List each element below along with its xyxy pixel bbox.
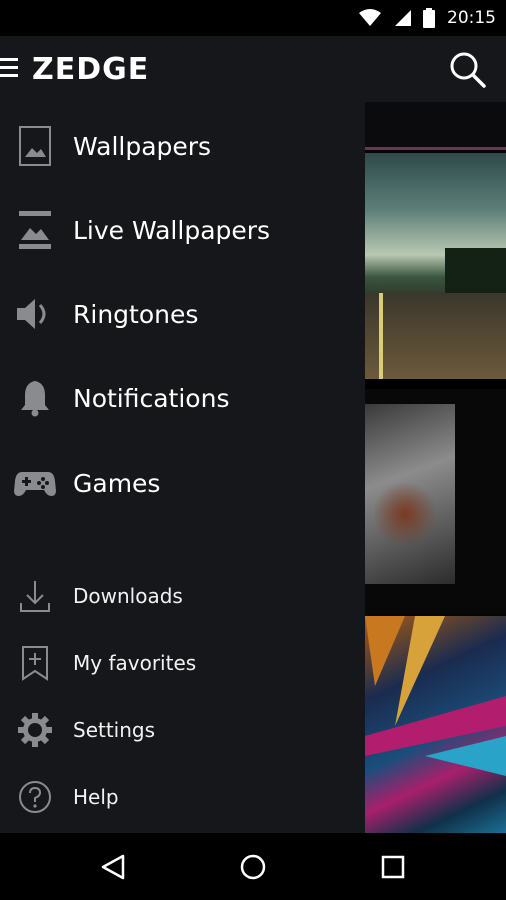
drawer-item-downloads[interactable]: Downloads	[0, 576, 365, 616]
status-time: 20:15	[447, 8, 496, 28]
signal-icon	[395, 10, 411, 26]
status-bar: 20:15	[0, 0, 506, 36]
back-button[interactable]	[95, 849, 131, 885]
drawer-item-notifications[interactable]: Notifications	[0, 376, 365, 420]
drawer-item-label: Settings	[73, 718, 156, 742]
help-icon	[14, 776, 56, 818]
drawer-item-ringtones[interactable]: Ringtones	[0, 292, 365, 336]
drawer-item-label: Help	[73, 785, 119, 809]
status-icons: 20:15	[359, 0, 496, 36]
drawer-item-label: Notifications	[73, 383, 230, 413]
wallpaper-grid	[365, 102, 506, 833]
drawer-item-label: My favorites	[73, 651, 197, 675]
menu-icon[interactable]	[0, 58, 18, 78]
tab-strip	[365, 102, 506, 150]
wifi-icon	[359, 9, 381, 26]
live-wallpaper-icon	[14, 209, 56, 251]
drawer-item-label: Games	[73, 468, 161, 498]
drawer-item-live-wallpapers[interactable]: Live Wallpapers	[0, 208, 365, 252]
drawer-item-label: Live Wallpapers	[73, 215, 271, 245]
gear-icon	[14, 709, 56, 751]
wallpaper-thumbnail[interactable]	[365, 153, 506, 379]
back-icon	[101, 854, 125, 880]
app-bar: ZEDGE	[0, 36, 506, 102]
drawer-item-label: Ringtones	[73, 299, 199, 329]
gamepad-icon	[14, 462, 56, 504]
system-nav-bar	[0, 833, 506, 900]
drawer-item-label: Wallpapers	[73, 131, 212, 161]
wallpaper-thumbnail[interactable]	[365, 616, 506, 833]
speaker-icon	[14, 293, 56, 335]
home-icon	[240, 854, 266, 880]
drawer-item-games[interactable]: Games	[0, 461, 365, 505]
search-icon	[450, 52, 486, 88]
drawer-item-wallpapers[interactable]: Wallpapers	[0, 124, 365, 168]
search-button[interactable]	[448, 50, 488, 90]
drawer-item-settings[interactable]: Settings	[0, 710, 365, 750]
download-icon	[14, 575, 56, 617]
drawer-item-favorites[interactable]: My favorites	[0, 643, 365, 683]
drawer-item-label: Downloads	[73, 584, 183, 608]
image-icon	[14, 125, 56, 167]
navigation-drawer: Wallpapers Live Wallpapers Ringtones Not…	[0, 102, 365, 833]
recents-icon	[381, 855, 405, 879]
battery-icon	[423, 8, 435, 28]
wallpaper-thumbnail[interactable]	[365, 389, 506, 614]
bell-icon	[14, 377, 56, 419]
bookmark-icon	[14, 642, 56, 684]
app-logo: ZEDGE	[32, 52, 150, 87]
home-button[interactable]	[235, 849, 271, 885]
drawer-item-help[interactable]: Help	[0, 777, 365, 817]
recents-button[interactable]	[375, 849, 411, 885]
